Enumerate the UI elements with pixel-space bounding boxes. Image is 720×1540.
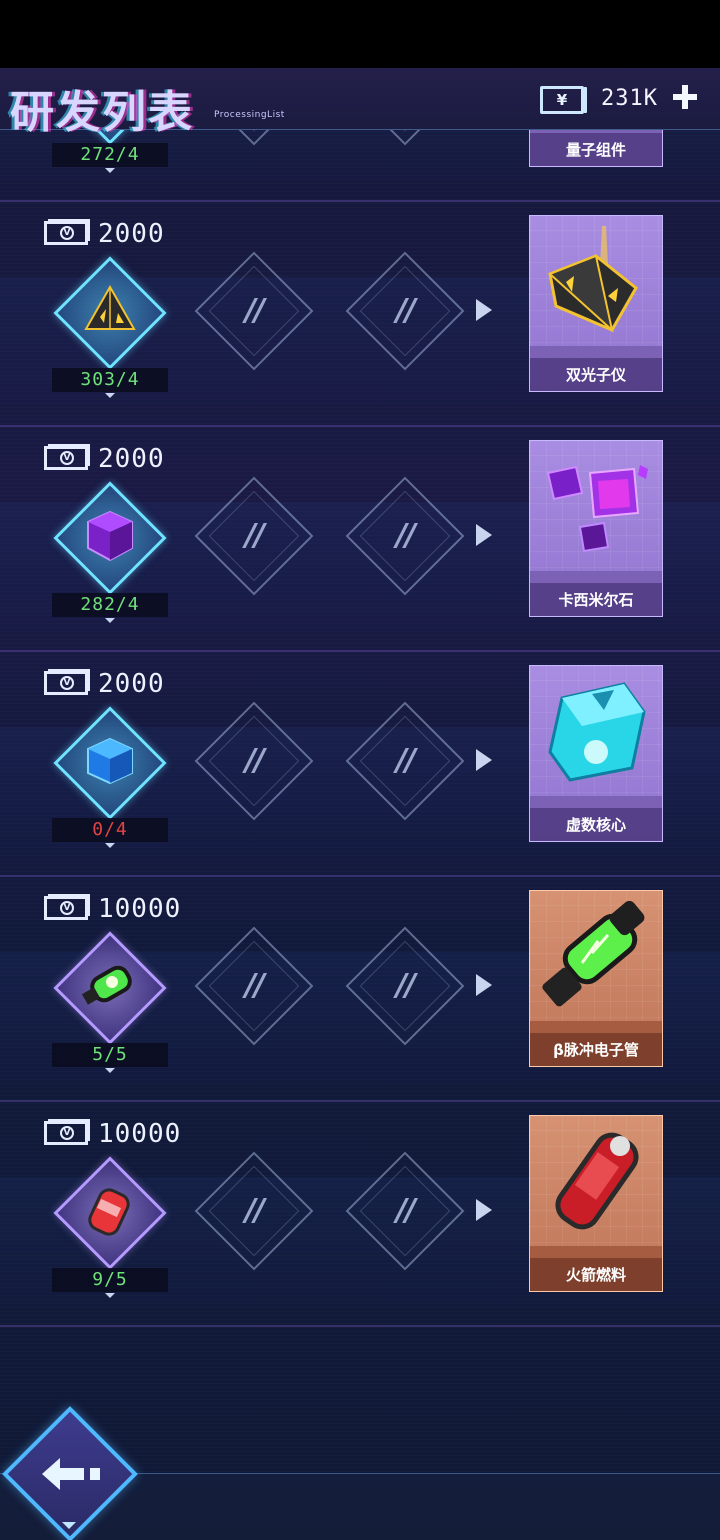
purple-cubes-icon bbox=[542, 451, 652, 561]
red-canister-icon bbox=[82, 1183, 138, 1239]
cost-value: 10000 bbox=[98, 1119, 182, 1149]
arrow-right-icon bbox=[476, 299, 492, 321]
plus-icon[interactable] bbox=[668, 80, 702, 114]
currency-value: 231K bbox=[601, 86, 658, 111]
count-indicator bbox=[105, 1293, 115, 1298]
recipe-row[interactable]: V 10000 5/5 // // β脉冲电子管 bbox=[0, 890, 720, 1115]
ingredient-slot[interactable]: 282/4 bbox=[52, 480, 168, 623]
row-divider bbox=[0, 200, 720, 202]
recipe-row[interactable]: V 10000 9/5 // // 火箭燃料 bbox=[0, 1115, 720, 1340]
cost-value: 2000 bbox=[98, 669, 165, 699]
row-divider bbox=[0, 650, 720, 652]
row-divider bbox=[0, 875, 720, 877]
ingredient-count: 9/5 bbox=[52, 1268, 168, 1292]
cost-value: 2000 bbox=[98, 219, 165, 249]
row-divider bbox=[0, 425, 720, 427]
empty-slot-glyph: // bbox=[245, 968, 265, 1003]
empty-slot-glyph: // bbox=[245, 743, 265, 778]
status-bar bbox=[0, 0, 720, 68]
product-card[interactable]: β脉冲电子管 bbox=[529, 890, 663, 1067]
product-card[interactable]: 虚数核心 bbox=[529, 665, 663, 842]
arrow-right-icon bbox=[476, 749, 492, 771]
recipe-row[interactable]: V 2000 272/4 // // 量子组件 bbox=[0, 130, 720, 215]
ingredient-slot[interactable]: 5/5 bbox=[52, 930, 168, 1073]
cash-icon: V bbox=[44, 671, 88, 695]
electron-tube-icon bbox=[542, 900, 652, 1011]
cost-value: 2000 bbox=[98, 444, 165, 474]
arrow-right-icon bbox=[476, 1199, 492, 1221]
product-name: 虚数核心 bbox=[565, 816, 626, 834]
empty-slot-glyph: // bbox=[396, 518, 416, 553]
cash-icon: V bbox=[44, 1121, 88, 1145]
product-card[interactable]: 火箭燃料 bbox=[529, 1115, 663, 1292]
count-indicator bbox=[105, 168, 115, 173]
product-name: 双光子仪 bbox=[565, 366, 626, 384]
empty-slot-glyph: // bbox=[245, 293, 265, 328]
product-card[interactable]: 量子组件 bbox=[529, 130, 663, 167]
empty-slot-glyph: // bbox=[396, 293, 416, 328]
currency-symbol: ¥ bbox=[556, 91, 568, 109]
cash-icon: V bbox=[44, 221, 88, 245]
page-subtitle: ProcessingList bbox=[214, 110, 285, 120]
empty-slot-glyph: // bbox=[396, 743, 416, 778]
ingredient-count: 5/5 bbox=[52, 1043, 168, 1067]
core-cube-icon bbox=[542, 676, 652, 786]
blue-cube-icon bbox=[82, 733, 138, 789]
count-indicator bbox=[105, 618, 115, 623]
cash-symbol: V bbox=[60, 226, 74, 240]
cash-icon: V bbox=[44, 896, 88, 920]
cash-icon: ¥ bbox=[540, 86, 584, 114]
recipe-row[interactable]: V 2000 303/4 // // 双光子仪 bbox=[0, 215, 720, 440]
page-title: 研发列表 bbox=[10, 87, 194, 138]
cash-symbol: V bbox=[60, 676, 74, 690]
product-name: 火箭燃料 bbox=[565, 1266, 626, 1284]
cash-icon: V bbox=[44, 446, 88, 470]
product-card[interactable]: 双光子仪 bbox=[529, 215, 663, 392]
cash-symbol: V bbox=[60, 451, 74, 465]
green-tube-icon bbox=[81, 958, 138, 1014]
empty-slot-glyph: // bbox=[396, 968, 416, 1003]
count-indicator bbox=[105, 393, 115, 398]
back-arrow-icon[interactable] bbox=[40, 1456, 106, 1492]
product-name: 量子组件 bbox=[565, 141, 626, 159]
row-divider bbox=[0, 1100, 720, 1102]
research-screen: 研发列表 ProcessingList ¥ 231K V 2000 272/4 … bbox=[0, 68, 720, 1540]
fuel-canister-icon bbox=[542, 1126, 652, 1236]
pyramid-icon bbox=[82, 283, 138, 339]
pyramid-device-icon bbox=[542, 226, 652, 336]
product-name: β脉冲电子管 bbox=[553, 1041, 639, 1059]
recipe-row[interactable]: V 2000 0/4 // // 虚数核心 bbox=[0, 665, 720, 890]
back-indicator bbox=[62, 1522, 76, 1529]
product-name: 卡西米尔石 bbox=[558, 591, 634, 609]
row-divider bbox=[0, 1325, 720, 1327]
ingredient-count: 0/4 bbox=[52, 818, 168, 842]
arrow-right-icon bbox=[476, 974, 492, 996]
cash-symbol: V bbox=[60, 1126, 74, 1140]
cost-value: 10000 bbox=[98, 894, 182, 924]
ingredient-count: 272/4 bbox=[52, 143, 168, 167]
ingredient-count: 303/4 bbox=[52, 368, 168, 392]
purple-cube-icon bbox=[82, 508, 138, 564]
count-indicator bbox=[105, 1068, 115, 1073]
header: 研发列表 ProcessingList ¥ 231K bbox=[0, 68, 720, 138]
product-card[interactable]: 卡西米尔石 bbox=[529, 440, 663, 617]
recipe-row[interactable]: V 2000 282/4 // // 卡西米尔石 bbox=[0, 440, 720, 665]
cash-symbol: V bbox=[60, 901, 74, 915]
recipe-list[interactable]: V 2000 272/4 // // 量子组件 V 2000 3 bbox=[0, 130, 720, 1540]
ingredient-count: 282/4 bbox=[52, 593, 168, 617]
ingredient-slot[interactable]: 0/4 bbox=[52, 705, 168, 848]
arrow-right-icon bbox=[476, 524, 492, 546]
empty-slot-glyph: // bbox=[245, 1193, 265, 1228]
ingredient-slot[interactable]: 303/4 bbox=[52, 255, 168, 398]
ingredient-slot[interactable]: 9/5 bbox=[52, 1155, 168, 1298]
empty-slot-glyph: // bbox=[245, 518, 265, 553]
empty-slot-glyph: // bbox=[396, 1193, 416, 1228]
count-indicator bbox=[105, 843, 115, 848]
